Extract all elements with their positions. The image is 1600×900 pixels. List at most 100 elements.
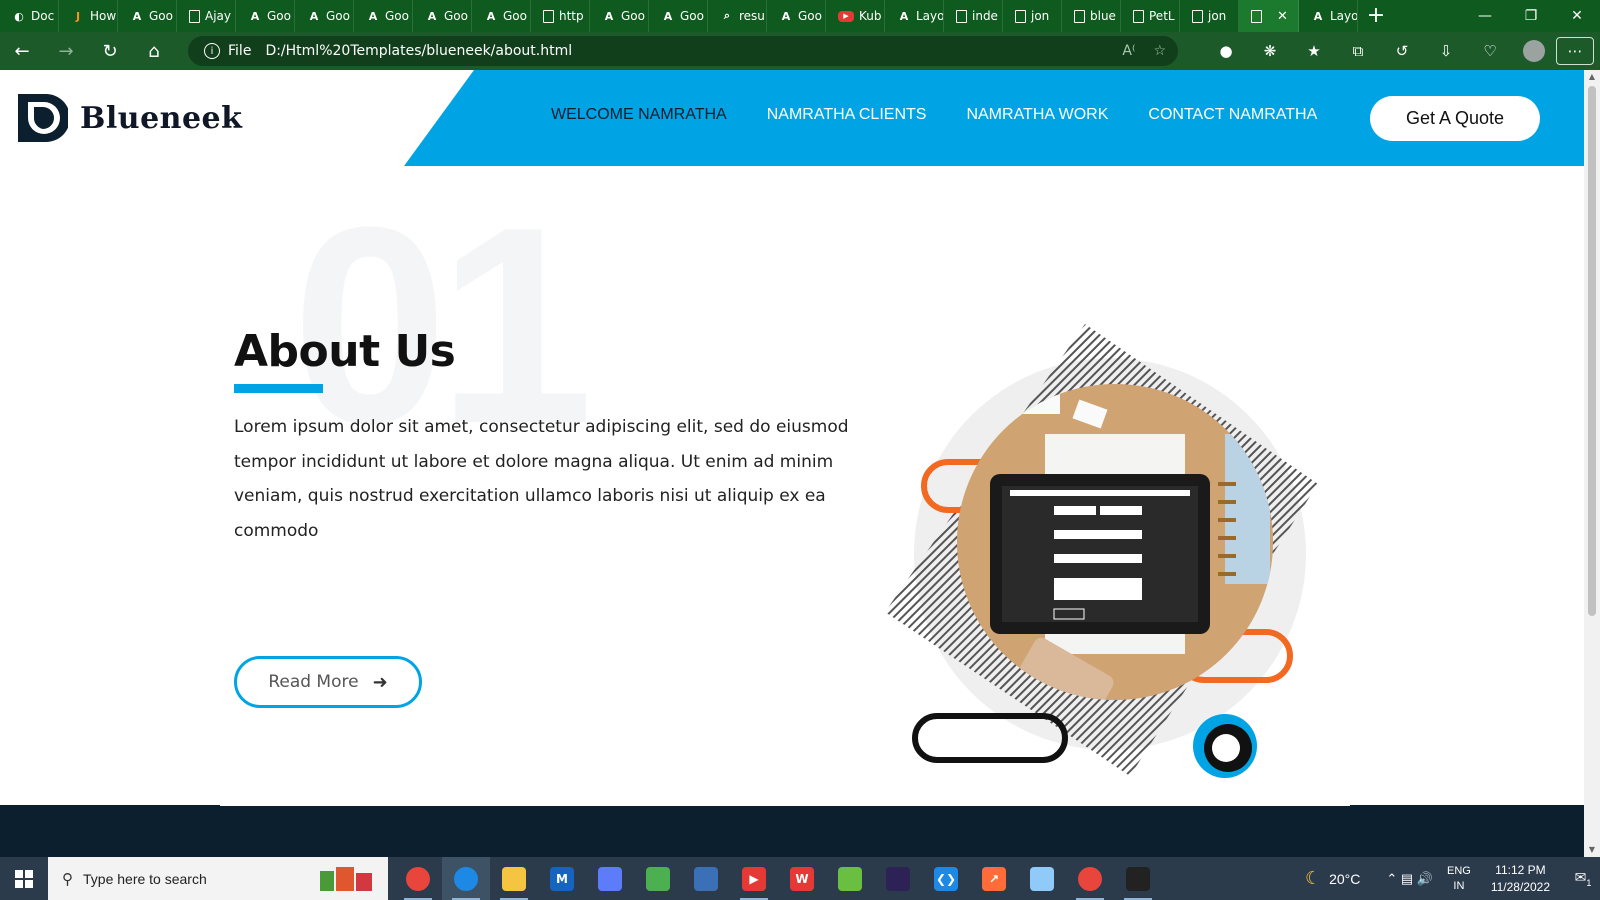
add-favorite-icon[interactable]: ☆	[1153, 43, 1166, 59]
tab-label: Goo	[267, 9, 291, 23]
url-scheme: File	[228, 43, 252, 59]
tab-label: Layo	[1330, 9, 1358, 23]
read-more-button[interactable]: Read More ➜	[234, 656, 422, 708]
tab-7[interactable]: A Goo	[413, 0, 472, 32]
scroll-up-icon[interactable]: ▲	[1584, 70, 1600, 84]
tab-11[interactable]: A Goo	[649, 0, 708, 32]
address-bar[interactable]: i File D:/Html%20Templates/blueneek/abou…	[188, 36, 1178, 66]
taskbar-app-eclipse[interactable]	[874, 857, 922, 900]
tab-1[interactable]: J How	[59, 0, 118, 32]
tab-12[interactable]: ⌕ resu	[708, 0, 767, 32]
read-aloud-icon[interactable]: A⁽	[1122, 43, 1135, 59]
language-indicator[interactable]: ENG IN	[1447, 864, 1471, 894]
tab-after-active[interactable]: A Layo	[1299, 0, 1358, 32]
browser-tab-strip: ◐ Doc J How A Goo Ajay A Goo A Goo A Goo A Goo A Goo http…	[0, 0, 1600, 32]
a-icon: A	[309, 9, 319, 23]
taskbar-app-youtube-app[interactable]: ▶	[730, 857, 778, 900]
tab-4[interactable]: A Goo	[236, 0, 295, 32]
taskbar-app-terminal[interactable]	[1114, 857, 1162, 900]
back-icon[interactable]: ←	[0, 32, 44, 70]
history-icon[interactable]: ↺	[1380, 32, 1424, 70]
taskbar-app-vscode[interactable]: ❮❯	[922, 857, 970, 900]
tab-2[interactable]: A Goo	[118, 0, 177, 32]
tab-5[interactable]: A Goo	[295, 0, 354, 32]
tab-16[interactable]: inde	[944, 0, 1003, 32]
favorites-icon[interactable]: ★	[1292, 32, 1336, 70]
profile-avatar[interactable]	[1523, 40, 1545, 62]
taskbar-search[interactable]: ⚲ Type here to search	[48, 857, 388, 900]
close-tab-icon[interactable]: ✕	[1277, 9, 1288, 24]
search-highlight-icon	[320, 867, 372, 891]
tab-15[interactable]: A Layo	[885, 0, 944, 32]
refresh-icon[interactable]: ↻	[88, 32, 132, 70]
home-icon[interactable]: ⌂	[132, 32, 176, 70]
tab-14[interactable]: ▶ Kub	[826, 0, 885, 32]
downloads-icon[interactable]: ⇩	[1424, 32, 1468, 70]
tab-3[interactable]: Ajay	[177, 0, 236, 32]
taskbar-app-spring[interactable]	[826, 857, 874, 900]
taskbar-app-notes[interactable]	[1018, 857, 1066, 900]
taskbar-app-network[interactable]	[586, 857, 634, 900]
nav-clients[interactable]: NAMRATHA CLIENTS	[767, 106, 927, 124]
performance-icon[interactable]: ♡	[1468, 32, 1512, 70]
scroll-thumb[interactable]	[1588, 86, 1596, 616]
title-underline	[234, 384, 323, 393]
tab-8[interactable]: A Goo	[472, 0, 531, 32]
extension-circle-icon[interactable]: ●	[1204, 32, 1248, 70]
m-app-icon: M	[550, 866, 574, 891]
collections-icon[interactable]: ⧉	[1336, 32, 1380, 70]
tab-13[interactable]: A Goo	[767, 0, 826, 32]
taskbar-app-m-app[interactable]: M	[538, 857, 586, 900]
notification-count: 1	[1586, 877, 1592, 888]
more-menu-icon[interactable]: ⋯	[1556, 37, 1594, 65]
weather-icon[interactable]: ☾	[1305, 868, 1321, 889]
page-scrollbar[interactable]: ▲ ▼	[1584, 70, 1600, 857]
tab-6[interactable]: A Goo	[354, 0, 413, 32]
tab-20[interactable]: jon	[1180, 0, 1239, 32]
minimize-icon[interactable]: —	[1462, 0, 1508, 32]
tab-18[interactable]: blue	[1062, 0, 1121, 32]
url-text[interactable]: D:/Html%20Templates/blueneek/about.html	[265, 43, 572, 59]
taskbar-app-chrome-profile[interactable]	[1066, 857, 1114, 900]
tab-label: Goo	[149, 9, 173, 23]
taskbar-app-visual-studio[interactable]	[682, 857, 730, 900]
tab-17[interactable]: jon	[1003, 0, 1062, 32]
taskbar-app-postman[interactable]: ↗	[970, 857, 1018, 900]
taskbar-app-chrome[interactable]	[394, 857, 442, 900]
tab-19[interactable]: PetL	[1121, 0, 1180, 32]
tab-9[interactable]: http	[531, 0, 590, 32]
tab-label: Goo	[503, 9, 527, 23]
forward-icon[interactable]: →	[44, 32, 88, 70]
temperature[interactable]: 20°C	[1329, 871, 1360, 887]
window-controls: — ❐ ✕	[1462, 0, 1600, 32]
tab-active[interactable]: ✕	[1239, 0, 1299, 32]
nav-contact[interactable]: CONTACT NAMRATHA	[1148, 106, 1317, 124]
scroll-down-icon[interactable]: ▼	[1584, 843, 1600, 857]
notification-icon[interactable]: ✉1	[1566, 869, 1600, 888]
restore-icon[interactable]: ❐	[1508, 0, 1554, 32]
main-nav: WELCOME NAMRATHA NAMRATHA CLIENTS NAMRAT…	[551, 106, 1317, 124]
about-body: Lorem ipsum dolor sit amet, consectetur …	[234, 417, 849, 541]
taskbar-app-edge[interactable]	[442, 857, 490, 900]
extensions-icon[interactable]: ❋	[1248, 32, 1292, 70]
site-logo[interactable]: Blueneek	[16, 92, 242, 144]
tab-0[interactable]: ◐ Doc	[0, 0, 59, 32]
nav-welcome[interactable]: WELCOME NAMRATHA	[551, 106, 727, 124]
windows-logo-icon	[15, 869, 33, 888]
info-icon[interactable]: i	[204, 43, 220, 59]
get-quote-button[interactable]: Get A Quote	[1370, 96, 1540, 141]
clock[interactable]: 11:12 PM 11/28/2022	[1491, 862, 1550, 896]
tray-icons[interactable]: ⌃ ▤ 🔊	[1386, 871, 1433, 887]
nav-work[interactable]: NAMRATHA WORK	[966, 106, 1108, 124]
taskbar-app-wps[interactable]: W	[778, 857, 826, 900]
taskbar-app-notepad[interactable]	[634, 857, 682, 900]
page-icon	[956, 9, 967, 23]
tab-label: Goo	[385, 9, 409, 23]
new-tab-button[interactable]: +	[1358, 0, 1394, 32]
taskbar-app-file-explorer[interactable]	[490, 857, 538, 900]
a-icon: A	[368, 9, 378, 23]
start-button[interactable]	[0, 857, 48, 900]
tab-10[interactable]: A Goo	[590, 0, 649, 32]
site-header: Blueneek WELCOME NAMRATHA NAMRATHA CLIEN…	[0, 70, 1584, 166]
close-window-icon[interactable]: ✕	[1554, 0, 1600, 32]
